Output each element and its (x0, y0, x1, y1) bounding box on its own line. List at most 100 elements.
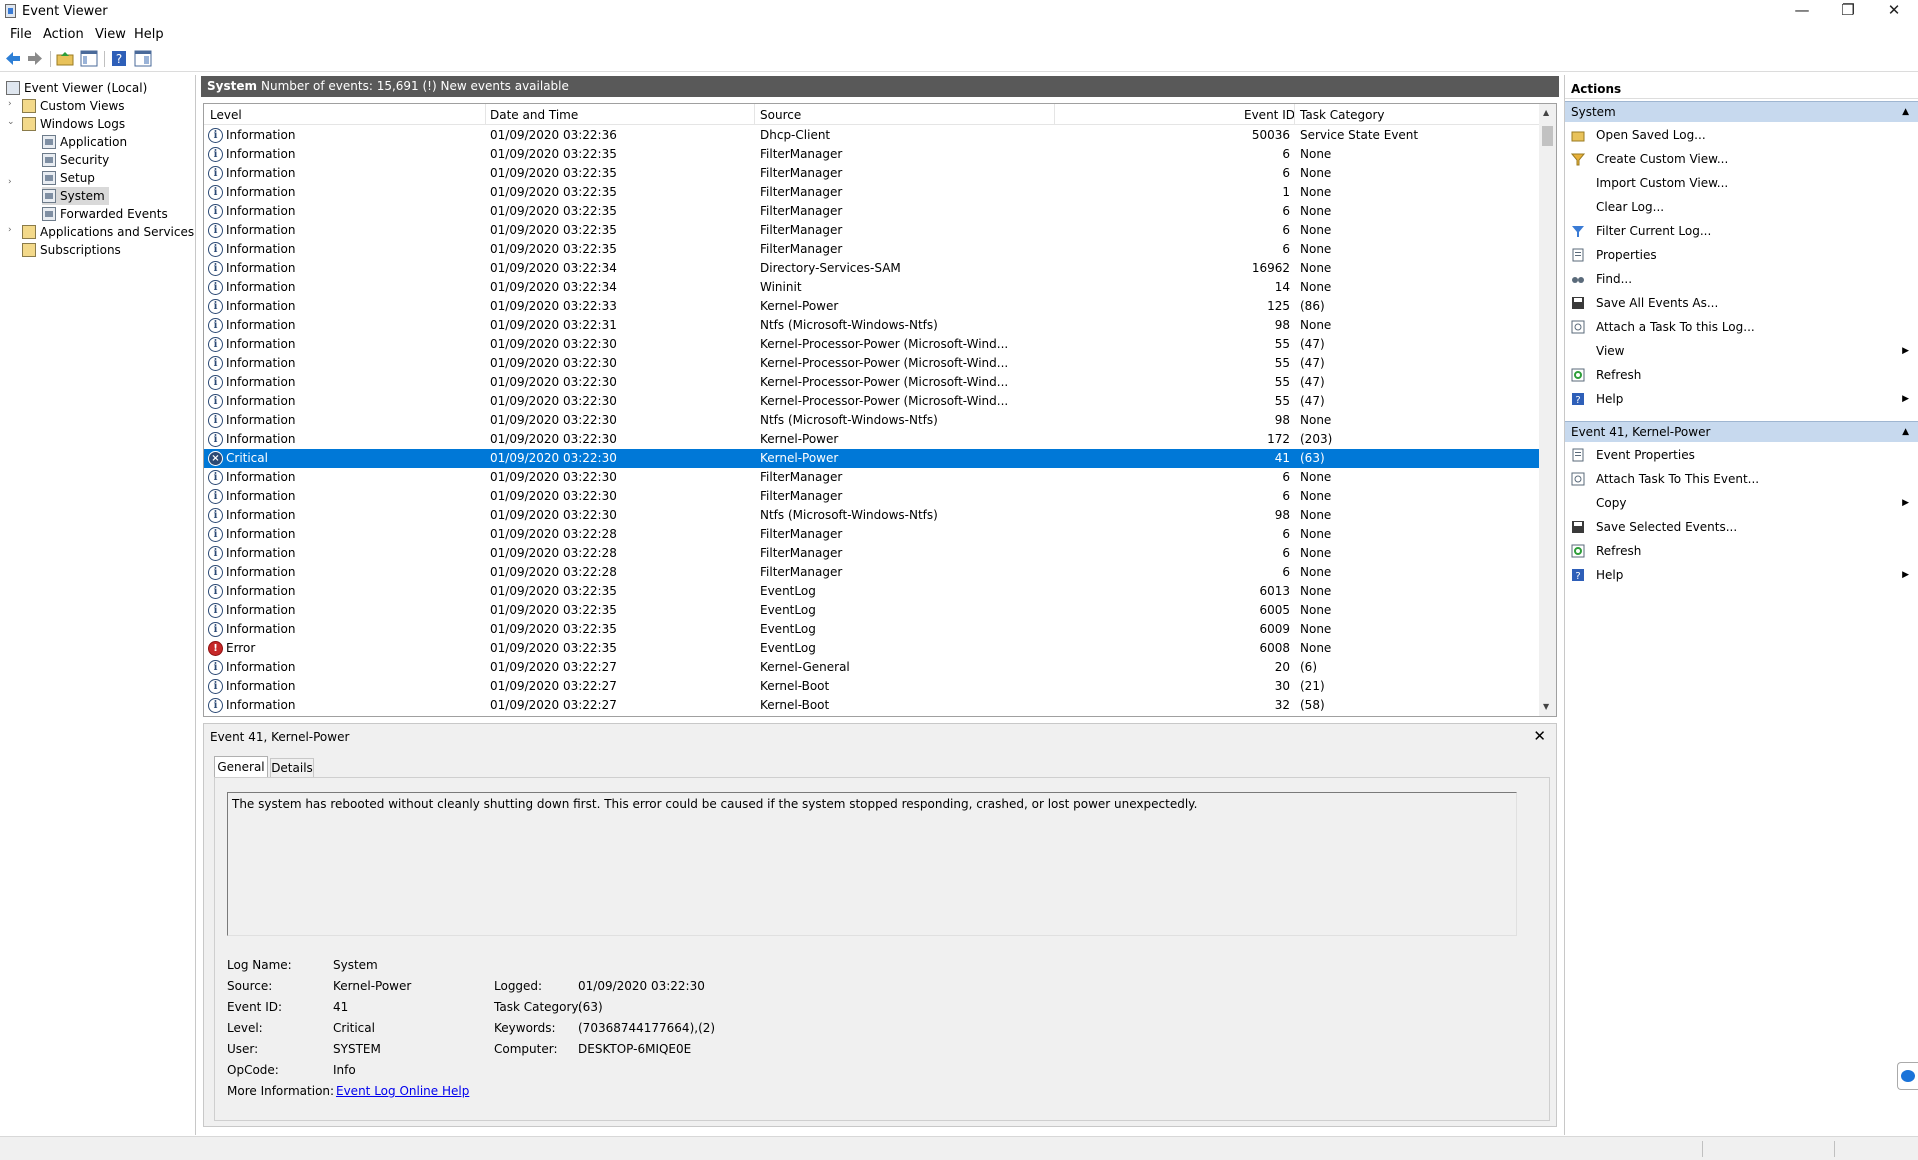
tree-item-subscriptions[interactable]: Subscriptions (22, 241, 121, 259)
action-view[interactable]: View ▶ (1565, 339, 1918, 363)
back-arrow-icon[interactable] (4, 50, 22, 67)
table-row[interactable]: i Information 01/09/2020 03:22:35 FilterMan… (204, 145, 1540, 164)
table-row[interactable]: i Information 01/09/2020 03:22:35 EventLog 6… (204, 620, 1540, 639)
tree-item-application[interactable]: Application (42, 133, 127, 151)
table-row[interactable]: i Information 01/09/2020 03:22:28 FilterMan… (204, 525, 1540, 544)
menu-file[interactable]: File (10, 27, 32, 42)
menu-view[interactable]: View (95, 27, 126, 42)
column-divider[interactable] (754, 104, 755, 125)
table-row[interactable]: i Information 01/09/2020 03:22:35 FilterMan… (204, 202, 1540, 221)
table-row[interactable]: i Information 01/09/2020 03:22:30 Kernel-Po… (204, 430, 1540, 449)
menu-help[interactable]: Help (134, 27, 164, 42)
table-row[interactable]: i Information 01/09/2020 03:22:30 Ntfs (Mic… (204, 411, 1540, 430)
collapse-icon[interactable]: ▲ (1902, 102, 1909, 122)
action-clear-log[interactable]: Clear Log... (1565, 195, 1918, 219)
grid-vertical-scrollbar[interactable]: ▲ ▼ (1539, 104, 1556, 716)
menu-action[interactable]: Action (43, 27, 84, 42)
tab-details[interactable]: Details (270, 758, 314, 778)
action-help[interactable]: ? Help ▶ (1565, 387, 1918, 411)
expand-chevron-icon[interactable]: › (8, 225, 18, 235)
table-row[interactable]: i Information 01/09/2020 03:22:30 Kernel-Pr… (204, 392, 1540, 411)
expand-chevron-icon[interactable]: › (8, 99, 18, 109)
table-row[interactable]: i Information 01/09/2020 03:22:30 Ntfs (Mic… (204, 506, 1540, 525)
actions-section-system[interactable]: System ▲ (1565, 101, 1918, 122)
action-open-saved-log[interactable]: Open Saved Log... (1565, 123, 1918, 147)
open-folder-icon[interactable] (56, 50, 74, 67)
table-row[interactable]: i Information 01/09/2020 03:22:33 Kernel-Po… (204, 297, 1540, 316)
table-row[interactable]: i Information 01/09/2020 03:22:27 Kernel-Bo… (204, 696, 1540, 715)
show-hide-console-tree-icon[interactable] (80, 50, 98, 67)
action-event-properties[interactable]: Event Properties (1565, 443, 1918, 467)
table-row[interactable]: ! Error 01/09/2020 03:22:35 EventLog 6008 Non… (204, 639, 1540, 658)
scroll-up-icon[interactable]: ▲ (1543, 108, 1549, 117)
event-description[interactable]: The system has rebooted without cleanly … (227, 792, 1517, 936)
tree-item-event-viewer-local[interactable]: Event Viewer (Local) (6, 79, 147, 97)
table-row[interactable]: i Information 01/09/2020 03:22:35 FilterMan… (204, 240, 1540, 259)
event-log-online-help-link[interactable]: Event Log Online Help (336, 1084, 469, 1098)
column-event-id[interactable]: Event ID (1244, 108, 1295, 122)
teamviewer-side-widget-icon[interactable] (1897, 1062, 1918, 1090)
collapse-chevron-icon[interactable]: ⌄ (7, 117, 17, 127)
table-row[interactable]: i Information 01/09/2020 03:22:27 Kernel-Ge… (204, 658, 1540, 677)
column-divider[interactable] (1294, 104, 1295, 125)
scrollbar-thumb[interactable] (1542, 126, 1553, 146)
tree-item-windows-logs[interactable]: Windows Logs (22, 115, 125, 133)
collapse-icon[interactable]: ▲ (1902, 422, 1909, 442)
forward-arrow-icon[interactable] (26, 50, 44, 67)
show-hide-action-pane-icon[interactable] (134, 50, 152, 67)
column-level[interactable]: Level (210, 108, 242, 122)
table-row[interactable]: i Information 01/09/2020 03:22:28 FilterMan… (204, 544, 1540, 563)
column-task-category[interactable]: Task Category (1300, 108, 1385, 122)
table-row[interactable]: i Information 01/09/2020 03:22:35 EventLog 6… (204, 601, 1540, 620)
table-row[interactable]: i Information 01/09/2020 03:22:35 FilterMan… (204, 183, 1540, 202)
column-divider[interactable] (1054, 104, 1055, 125)
expand-chevron-icon[interactable]: › (8, 177, 18, 187)
action-save-selected-events[interactable]: Save Selected Events... (1565, 515, 1918, 539)
action-filter-current-log[interactable]: Filter Current Log... (1565, 219, 1918, 243)
table-row[interactable]: i Information 01/09/2020 03:22:36 Dhcp-Clie… (204, 126, 1540, 145)
table-row[interactable]: i Information 01/09/2020 03:22:35 FilterMan… (204, 221, 1540, 240)
action-help[interactable]: ? Help ▶ (1565, 563, 1918, 587)
close-button[interactable]: ✕ (1872, 0, 1916, 22)
action-find[interactable]: Find... (1565, 267, 1918, 291)
action-properties[interactable]: Properties (1565, 243, 1918, 267)
actions-section-event[interactable]: Event 41, Kernel-Power ▲ (1565, 421, 1918, 442)
table-row[interactable]: i Information 01/09/2020 03:22:30 FilterMan… (204, 487, 1540, 506)
table-row[interactable]: i Information 01/09/2020 03:22:30 Kernel-Pr… (204, 354, 1540, 373)
scroll-down-icon[interactable]: ▼ (1543, 702, 1549, 711)
table-row[interactable]: × Critical 01/09/2020 03:22:30 Kernel-Power… (204, 449, 1540, 468)
action-create-custom-view[interactable]: Create Custom View... (1565, 147, 1918, 171)
table-row[interactable]: i Information 01/09/2020 03:22:30 Kernel-Pr… (204, 335, 1540, 354)
table-row[interactable]: i Information 01/09/2020 03:22:34 Wininit 14… (204, 278, 1540, 297)
table-row[interactable]: i Information 01/09/2020 03:22:35 EventLog 6… (204, 582, 1540, 601)
tree-item-applications-and-services[interactable]: Applications and Services Lo (22, 223, 195, 241)
action-attach-a-task-to-this-log[interactable]: Attach a Task To this Log... (1565, 315, 1918, 339)
table-row[interactable]: i Information 01/09/2020 03:22:31 Ntfs (Mic… (204, 316, 1540, 335)
column-divider[interactable] (485, 104, 486, 125)
minimize-button[interactable]: — (1780, 0, 1824, 22)
action-copy[interactable]: Copy ▶ (1565, 491, 1918, 515)
column-date-time[interactable]: Date and Time (490, 108, 578, 122)
action-refresh[interactable]: Refresh (1565, 363, 1918, 387)
action-attach-task-to-this-event[interactable]: Attach Task To This Event... (1565, 467, 1918, 491)
action-refresh[interactable]: Refresh (1565, 539, 1918, 563)
tree-item-forwarded-events[interactable]: Forwarded Events (42, 205, 168, 223)
action-save-all-events-as[interactable]: Save All Events As... (1565, 291, 1918, 315)
column-source[interactable]: Source (760, 108, 801, 122)
table-row[interactable]: i Information 01/09/2020 03:22:30 FilterMan… (204, 468, 1540, 487)
table-row[interactable]: i Information 01/09/2020 03:22:34 Directory… (204, 259, 1540, 278)
action-import-custom-view[interactable]: Import Custom View... (1565, 171, 1918, 195)
table-row[interactable]: i Information 01/09/2020 03:22:28 FilterMan… (204, 563, 1540, 582)
table-row[interactable]: i Information 01/09/2020 03:22:35 FilterMan… (204, 164, 1540, 183)
tree-item-custom-views[interactable]: Custom Views (22, 97, 125, 115)
information-icon: i (208, 622, 223, 637)
tree-item-setup[interactable]: Setup (42, 169, 95, 187)
table-row[interactable]: i Information 01/09/2020 03:22:30 Kernel-Pr… (204, 373, 1540, 392)
tree-item-security[interactable]: Security (42, 151, 109, 169)
tree-item-system[interactable]: System (42, 187, 109, 205)
tab-general[interactable]: General (214, 756, 268, 778)
detail-close-icon[interactable]: ✕ (1533, 727, 1546, 745)
restore-button[interactable]: ❐ (1826, 0, 1870, 22)
help-icon[interactable]: ? (110, 50, 128, 67)
table-row[interactable]: i Information 01/09/2020 03:22:27 Kernel-Bo… (204, 677, 1540, 696)
